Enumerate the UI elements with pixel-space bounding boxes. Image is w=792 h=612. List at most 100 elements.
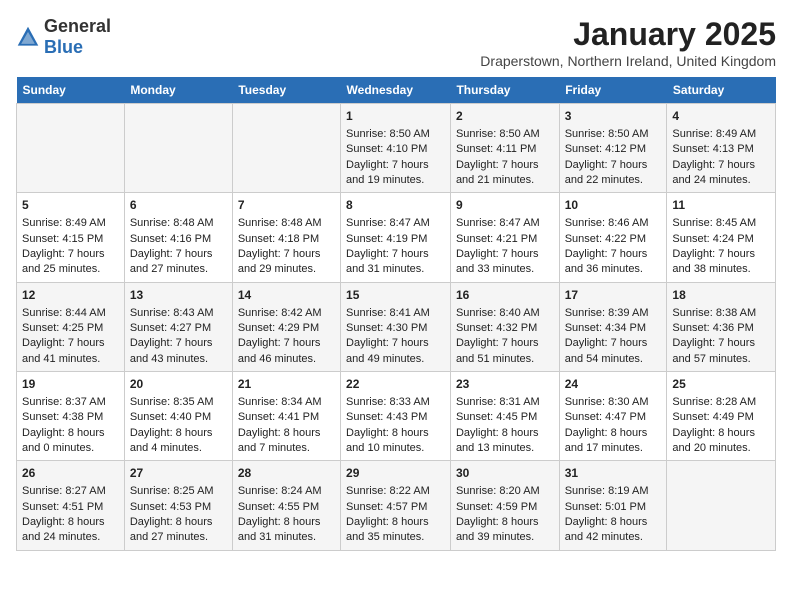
day-info-line: Sunrise: 8:48 AM <box>238 216 335 231</box>
day-info-line: Daylight: 7 hours <box>22 247 119 262</box>
calendar-day-cell: 2Sunrise: 8:50 AMSunset: 4:11 PMDaylight… <box>450 104 559 193</box>
page-header: General Blue January 2025 Draperstown, N… <box>16 16 776 69</box>
day-info-line: and 22 minutes. <box>565 173 662 188</box>
calendar-empty-cell <box>17 104 125 193</box>
day-number: 7 <box>238 197 335 214</box>
day-number: 2 <box>456 108 554 125</box>
day-number: 21 <box>238 376 335 393</box>
day-number: 26 <box>22 465 119 482</box>
calendar-day-cell: 22Sunrise: 8:33 AMSunset: 4:43 PMDayligh… <box>341 372 451 461</box>
day-info-line: Daylight: 8 hours <box>22 515 119 530</box>
day-info-line: and 20 minutes. <box>672 441 770 456</box>
day-info-line: Daylight: 7 hours <box>238 247 335 262</box>
calendar-day-cell: 23Sunrise: 8:31 AMSunset: 4:45 PMDayligh… <box>450 372 559 461</box>
day-info-line: Sunrise: 8:37 AM <box>22 395 119 410</box>
day-info-line: Sunrise: 8:47 AM <box>346 216 445 231</box>
day-info-line: and 24 minutes. <box>672 173 770 188</box>
logo-icon <box>16 25 40 49</box>
calendar-day-cell: 1Sunrise: 8:50 AMSunset: 4:10 PMDaylight… <box>341 104 451 193</box>
day-info-line: Sunrise: 8:44 AM <box>22 306 119 321</box>
day-info-line: Sunset: 4:16 PM <box>130 232 227 247</box>
day-info-line: Sunset: 4:21 PM <box>456 232 554 247</box>
calendar-day-cell: 8Sunrise: 8:47 AMSunset: 4:19 PMDaylight… <box>341 193 451 282</box>
day-number: 24 <box>565 376 662 393</box>
logo-blue-text: Blue <box>44 37 83 57</box>
day-number: 4 <box>672 108 770 125</box>
day-info-line: Daylight: 7 hours <box>130 336 227 351</box>
day-info-line: and 31 minutes. <box>346 262 445 277</box>
day-info-line: Sunset: 4:49 PM <box>672 410 770 425</box>
day-number: 18 <box>672 287 770 304</box>
day-number: 29 <box>346 465 445 482</box>
day-number: 31 <box>565 465 662 482</box>
day-info-line: Sunset: 4:27 PM <box>130 321 227 336</box>
day-info-line: Sunset: 4:25 PM <box>22 321 119 336</box>
day-of-week-header: Monday <box>124 77 232 104</box>
day-info-line: and 33 minutes. <box>456 262 554 277</box>
day-info-line: Sunset: 4:30 PM <box>346 321 445 336</box>
calendar-day-cell: 14Sunrise: 8:42 AMSunset: 4:29 PMDayligh… <box>232 282 340 371</box>
day-info-line: Daylight: 7 hours <box>346 247 445 262</box>
day-info-line: and 27 minutes. <box>130 530 227 545</box>
day-number: 11 <box>672 197 770 214</box>
calendar-day-cell: 18Sunrise: 8:38 AMSunset: 4:36 PMDayligh… <box>667 282 776 371</box>
day-info-line: Daylight: 7 hours <box>456 336 554 351</box>
day-number: 1 <box>346 108 445 125</box>
day-info-line: Daylight: 7 hours <box>238 336 335 351</box>
day-info-line: Sunset: 4:53 PM <box>130 500 227 515</box>
day-info-line: and 0 minutes. <box>22 441 119 456</box>
day-info-line: and 54 minutes. <box>565 352 662 367</box>
day-info-line: Sunset: 4:41 PM <box>238 410 335 425</box>
calendar-empty-cell <box>232 104 340 193</box>
day-info-line: and 49 minutes. <box>346 352 445 367</box>
day-info-line: Sunset: 4:34 PM <box>565 321 662 336</box>
day-info-line: Sunrise: 8:33 AM <box>346 395 445 410</box>
day-info-line: Daylight: 8 hours <box>565 426 662 441</box>
day-info-line: Sunrise: 8:39 AM <box>565 306 662 321</box>
day-info-line: Daylight: 8 hours <box>238 426 335 441</box>
calendar-day-cell: 27Sunrise: 8:25 AMSunset: 4:53 PMDayligh… <box>124 461 232 550</box>
calendar-table: SundayMondayTuesdayWednesdayThursdayFrid… <box>16 77 776 551</box>
day-number: 20 <box>130 376 227 393</box>
day-of-week-header: Saturday <box>667 77 776 104</box>
day-info-line: Sunset: 4:43 PM <box>346 410 445 425</box>
calendar-day-cell: 3Sunrise: 8:50 AMSunset: 4:12 PMDaylight… <box>559 104 667 193</box>
day-info-line: Sunrise: 8:50 AM <box>565 127 662 142</box>
day-info-line: and 41 minutes. <box>22 352 119 367</box>
calendar-day-cell: 16Sunrise: 8:40 AMSunset: 4:32 PMDayligh… <box>450 282 559 371</box>
calendar-day-cell: 9Sunrise: 8:47 AMSunset: 4:21 PMDaylight… <box>450 193 559 282</box>
day-of-week-header: Friday <box>559 77 667 104</box>
day-info-line: Daylight: 7 hours <box>456 158 554 173</box>
day-info-line: and 39 minutes. <box>456 530 554 545</box>
day-info-line: Sunset: 4:47 PM <box>565 410 662 425</box>
day-number: 30 <box>456 465 554 482</box>
day-number: 5 <box>22 197 119 214</box>
day-info-line: Sunset: 4:18 PM <box>238 232 335 247</box>
calendar-day-cell: 19Sunrise: 8:37 AMSunset: 4:38 PMDayligh… <box>17 372 125 461</box>
day-info-line: Daylight: 7 hours <box>672 336 770 351</box>
day-info-line: Sunrise: 8:40 AM <box>456 306 554 321</box>
day-of-week-header: Wednesday <box>341 77 451 104</box>
day-number: 22 <box>346 376 445 393</box>
day-info-line: and 38 minutes. <box>672 262 770 277</box>
day-info-line: Sunrise: 8:19 AM <box>565 484 662 499</box>
calendar-day-cell: 25Sunrise: 8:28 AMSunset: 4:49 PMDayligh… <box>667 372 776 461</box>
day-info-line: Sunset: 4:11 PM <box>456 142 554 157</box>
day-info-line: Sunrise: 8:35 AM <box>130 395 227 410</box>
day-of-week-header: Thursday <box>450 77 559 104</box>
day-of-week-header: Sunday <box>17 77 125 104</box>
day-info-line: Daylight: 7 hours <box>672 158 770 173</box>
day-of-week-header: Tuesday <box>232 77 340 104</box>
day-info-line: and 43 minutes. <box>130 352 227 367</box>
logo-general-text: General <box>44 16 111 36</box>
day-number: 12 <box>22 287 119 304</box>
day-info-line: and 42 minutes. <box>565 530 662 545</box>
day-number: 27 <box>130 465 227 482</box>
calendar-day-cell: 7 Sunrise: 8:48 AMSunset: 4:18 PMDaylight… <box>232 193 340 282</box>
day-info-line: and 27 minutes. <box>130 262 227 277</box>
calendar-day-cell: 11Sunrise: 8:45 AMSunset: 4:24 PMDayligh… <box>667 193 776 282</box>
day-info-line: Daylight: 8 hours <box>130 515 227 530</box>
calendar-day-cell: 13Sunrise: 8:43 AMSunset: 4:27 PMDayligh… <box>124 282 232 371</box>
day-info-line: Daylight: 8 hours <box>565 515 662 530</box>
day-info-line: and 36 minutes. <box>565 262 662 277</box>
